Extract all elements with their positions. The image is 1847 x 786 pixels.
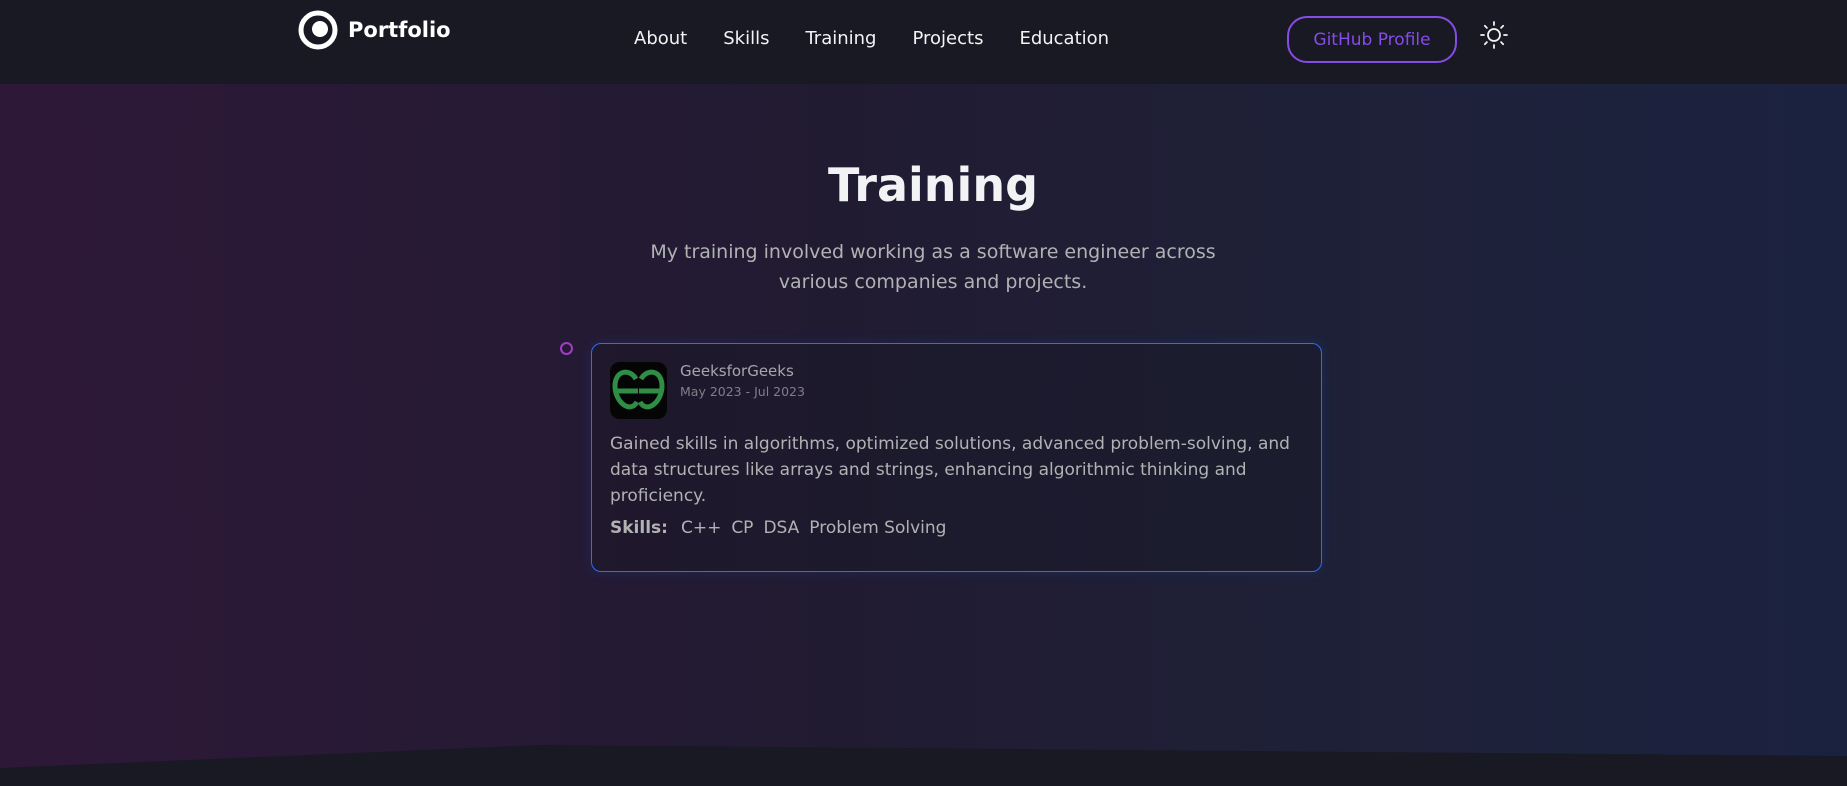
bottom-wave-divider [0, 745, 1847, 786]
training-description: Gained skills in algorithms, optimized s… [610, 434, 1290, 506]
training-section: Training My training involved working as… [0, 84, 1847, 786]
training-card: GeeksforGeeks May 2023 - Jul 2023 Gained… [591, 343, 1322, 572]
skill-item: Problem Solving [809, 518, 947, 538]
logo-link[interactable]: Portfolio [298, 10, 451, 50]
company-name: GeeksforGeeks [680, 362, 794, 380]
nav-link-training[interactable]: Training [805, 28, 876, 49]
skill-item: CP [731, 518, 754, 538]
skill-item: C++ [680, 518, 722, 538]
timeline-dot [560, 342, 573, 355]
logo-text: Portfolio [348, 18, 451, 42]
nav-link-about[interactable]: About [634, 28, 687, 49]
section-description: My training involved working as a softwa… [650, 241, 1216, 293]
skills-label: Skills: [610, 518, 668, 538]
nav-links: About Skills Training Projects Education [634, 28, 1109, 49]
portfolio-logo-icon [298, 10, 338, 50]
nav-link-skills[interactable]: Skills [723, 28, 769, 49]
github-profile-button[interactable]: GitHub Profile [1287, 16, 1457, 63]
training-date: May 2023 - Jul 2023 [680, 384, 805, 399]
card-header: GeeksforGeeks May 2023 - Jul 2023 [610, 362, 1303, 419]
theme-toggle[interactable] [1478, 19, 1510, 51]
skills-row: Skills: C++ CP DSA Problem Solving [610, 518, 1303, 538]
card-meta: GeeksforGeeks May 2023 - Jul 2023 [680, 362, 805, 399]
nav-link-projects[interactable]: Projects [912, 28, 983, 49]
navbar: Portfolio About Skills Training Projects… [0, 0, 1847, 84]
skill-item: DSA [763, 518, 800, 538]
section-title: Training [827, 158, 1038, 212]
sun-icon [1480, 21, 1508, 49]
nav-link-education[interactable]: Education [1019, 28, 1109, 49]
geeksforgeeks-logo-icon [610, 362, 667, 419]
gfg-logo-graphic [610, 362, 667, 419]
